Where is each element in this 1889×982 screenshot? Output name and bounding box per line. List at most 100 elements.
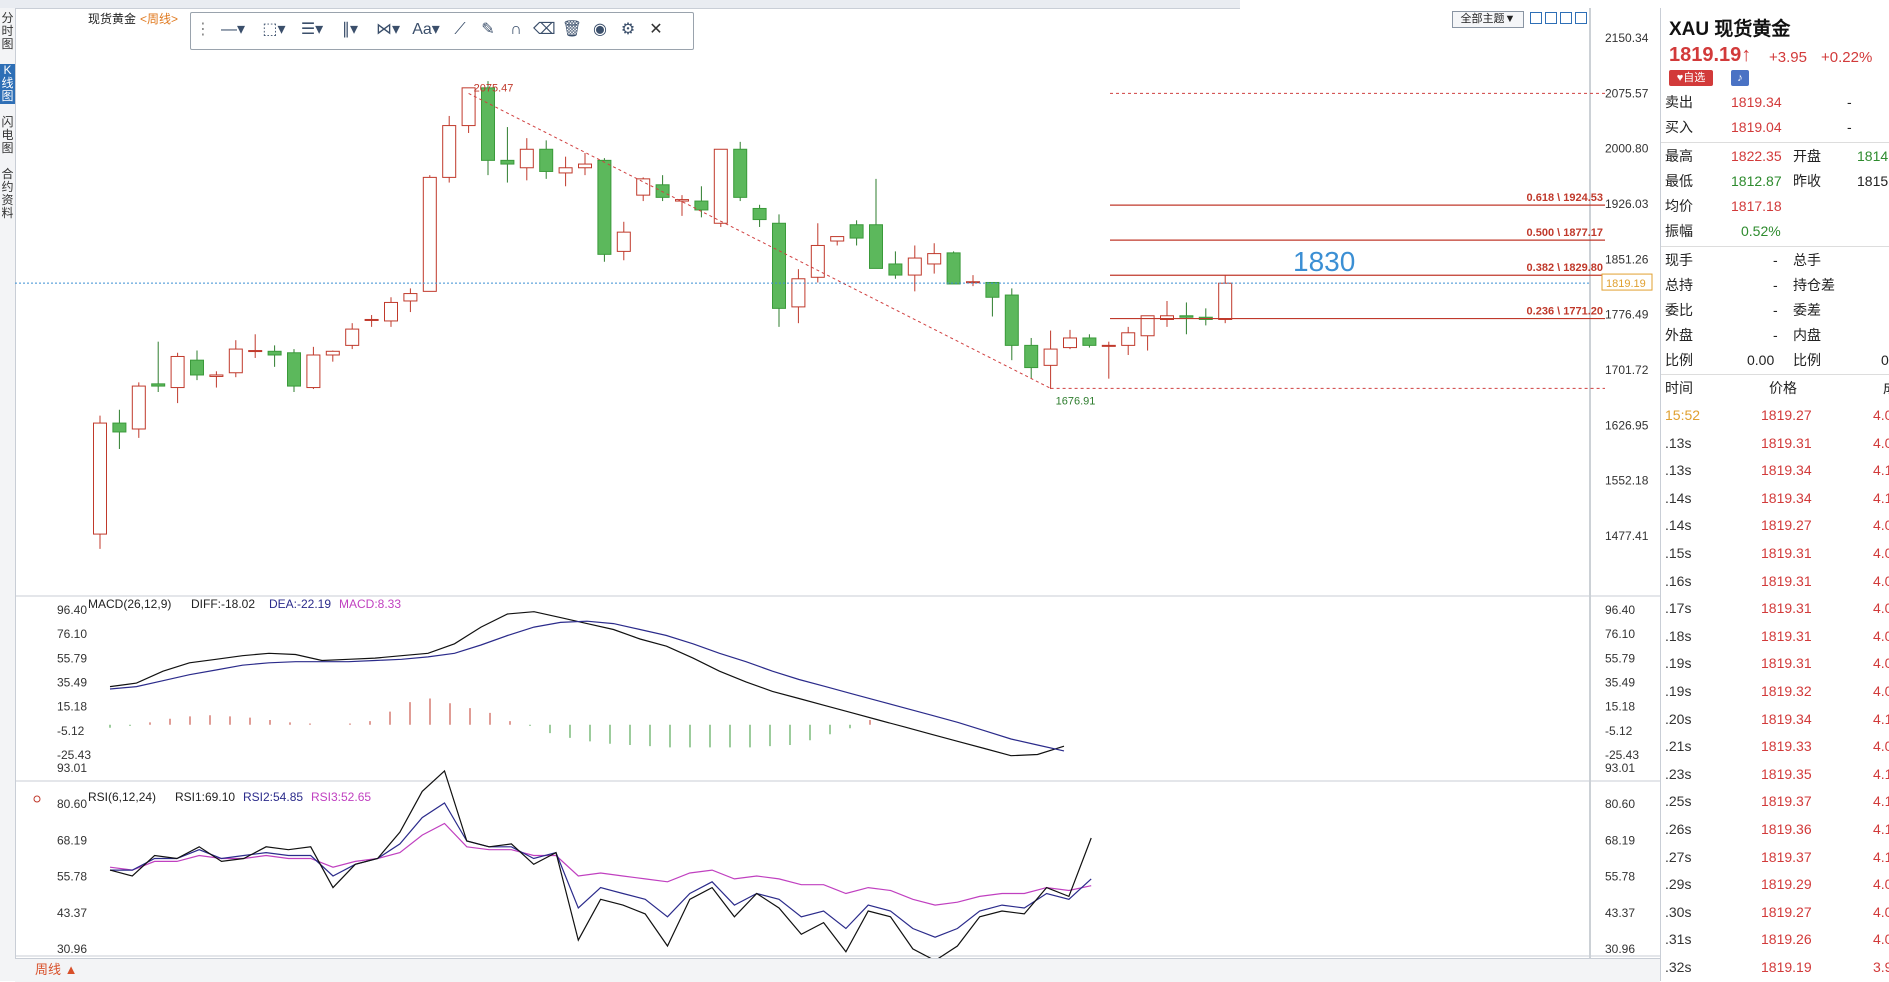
open-label: 开盘	[1793, 148, 1821, 164]
tick-time: 15:52	[1665, 407, 1701, 423]
drag-handle-icon[interactable]: ⋮	[195, 19, 211, 41]
price-change-pct: +0.22%	[1821, 49, 1873, 66]
candle-body	[1063, 337, 1077, 349]
tick-vol: 4.0	[1873, 655, 1889, 672]
current-price: 1819.19↑	[1669, 44, 1751, 67]
tick-row: .17s 1819.31 4.0	[1661, 594, 1889, 622]
ticks-vol-header: 成	[1883, 376, 1889, 401]
macd-axis-label: 55.79	[1605, 651, 1635, 665]
low-label: 最低	[1665, 173, 1693, 189]
macd-axis-label: 15.18	[1605, 700, 1635, 714]
tick-time: .13s	[1665, 462, 1692, 479]
candle-body	[364, 318, 379, 321]
pen-icon[interactable]: ✎	[477, 19, 499, 41]
layout-3-icon[interactable]	[1560, 12, 1572, 24]
tick-time: .27s	[1665, 848, 1692, 865]
eye-icon[interactable]: ◉	[589, 19, 611, 41]
tick-vol: 4.0	[1873, 600, 1889, 617]
macd-axis-label: -25.43	[1605, 748, 1639, 762]
tick-time: .14s	[1665, 517, 1692, 534]
nav-flash[interactable]: 闪电图	[0, 116, 15, 158]
candle-body	[442, 125, 457, 178]
ticks-header: 时间 价格 成	[1661, 376, 1889, 401]
tick-time: .29s	[1665, 876, 1692, 893]
nav-timeshare[interactable]: 分时图	[0, 12, 15, 54]
macd-axis-label-left: 96.40	[57, 603, 87, 617]
macd-axis-label-left: 15.18	[57, 700, 87, 714]
low-value: 1812.87	[1731, 173, 1782, 189]
rsi1-label: RSI1:69.10	[175, 790, 235, 804]
text-tool-icon[interactable]: Aa▾	[409, 19, 443, 41]
candle-body	[248, 350, 263, 353]
delete-icon[interactable]: 🗑	[561, 19, 583, 41]
tick-row: .15s 1819.31 4.0	[1661, 539, 1889, 567]
tick-time: .19s	[1665, 683, 1692, 699]
rsi-axis-label: 93.01	[1605, 761, 1635, 775]
oi-change-label: 持仓差	[1793, 277, 1835, 293]
chart-area[interactable]: 现货黄金 <周线> 2150.34 2075.57 2000.80 1926.03 1851…	[15, 8, 1660, 958]
candle-body	[287, 352, 301, 387]
tick-time: .18s	[1665, 627, 1692, 644]
theme-select[interactable]: 全部主题▼	[1452, 11, 1524, 28]
tick-price: 1819.19	[1761, 959, 1812, 975]
macd-axis-label: 96.40	[1605, 603, 1635, 617]
macd-value: MACD:8.33	[339, 597, 401, 611]
rsi-axis-label-left: 55.78	[57, 870, 87, 884]
tick-time: .21s	[1665, 738, 1692, 755]
pct-label: 比例	[1665, 352, 1693, 368]
magnet-icon[interactable]: ∩	[505, 19, 527, 41]
tick-row: .26s 1819.36 4.1	[1661, 815, 1889, 843]
candle-body	[403, 293, 418, 302]
tick-vol: 4.1	[1873, 793, 1889, 810]
close-icon[interactable]: ✕	[645, 19, 667, 41]
high-label: 最高	[1665, 148, 1693, 164]
gear-icon[interactable]: ⚙	[617, 19, 639, 41]
period-tab[interactable]: 周线 ▲	[29, 961, 83, 979]
sell-value: 1819.34	[1731, 94, 1782, 110]
tick-price: 1819.27	[1761, 407, 1812, 423]
alert-bell-icon[interactable]: ♪	[1731, 70, 1749, 86]
layout-2-icon[interactable]	[1545, 12, 1557, 24]
layout-1-icon[interactable]	[1530, 12, 1542, 24]
tick-row: .19s 1819.32 4.0	[1661, 677, 1889, 705]
tick-time: .17s	[1665, 600, 1692, 617]
price-axis-label: 1626.95	[1605, 418, 1649, 432]
pattern-tool-icon[interactable]: ⋈▾	[371, 19, 405, 41]
tick-time: .26s	[1665, 821, 1692, 837]
tick-price: 1819.29	[1761, 876, 1812, 893]
tick-price: 1819.31	[1761, 572, 1812, 589]
candle-body	[597, 159, 612, 255]
nav-kline[interactable]: K线图	[0, 64, 15, 104]
row-low: 最低 1812.87 昨收 1815	[1661, 169, 1889, 194]
nav-contract-info[interactable]: 合约资料	[0, 168, 15, 224]
fib-tool-icon[interactable]: ☰▾	[295, 19, 329, 41]
quote-panel: XAU 现货黄金 1819.19↑ +3.95 +0.22% ♥自选 ♪ 卖出 1…	[1660, 8, 1889, 981]
tick-row: .14s 1819.27 4.0	[1661, 511, 1889, 539]
rsi-axis-label-left: 30.96	[57, 942, 87, 956]
price-axis-label: 2075.57	[1605, 86, 1649, 100]
rsi-axis-label-left: 80.60	[57, 797, 87, 811]
watchlist-button[interactable]: ♥自选	[1669, 70, 1713, 86]
rsi3-line	[109, 822, 1092, 906]
macd-axis-label-left: -25.43	[57, 748, 91, 762]
tick-time: .20s	[1665, 710, 1692, 727]
tick-price: 1819.37	[1761, 848, 1812, 865]
candle-body	[1101, 344, 1116, 347]
line-tool-icon[interactable]: —▾	[213, 19, 253, 41]
eraser-icon[interactable]: ⌫	[533, 19, 556, 41]
tick-price: 1819.31	[1761, 655, 1812, 672]
shape-tool-icon[interactable]: ⬚▾	[257, 19, 291, 41]
fib-level-label: 0.618 \ 1924.53	[1527, 192, 1603, 204]
layout-4-icon[interactable]	[1575, 12, 1587, 24]
divider	[1661, 246, 1889, 247]
ruler-icon[interactable]: ⟋	[449, 19, 471, 41]
candle-body	[267, 350, 282, 356]
tick-vol: 4.0	[1873, 931, 1889, 948]
channel-tool-icon[interactable]: ∥▾	[333, 19, 367, 41]
buy-vol: -	[1847, 119, 1852, 135]
rsi3-label: RSI3:52.65	[311, 790, 371, 804]
tick-row: .16s 1819.31 4.0	[1661, 567, 1889, 595]
macd-diff: DIFF:-18.02	[191, 597, 255, 611]
tick-row: .32s 1819.19 3.9	[1661, 953, 1889, 981]
row-high: 最高 1822.35 开盘 1814	[1661, 144, 1889, 169]
